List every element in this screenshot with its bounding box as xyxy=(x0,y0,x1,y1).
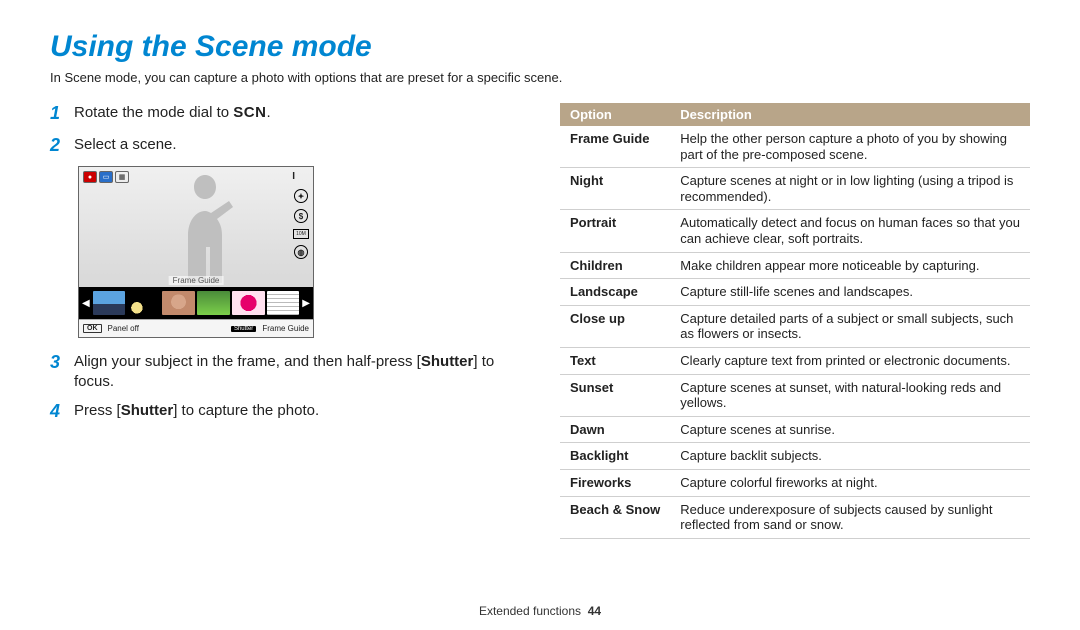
option-cell: Frame Guide xyxy=(560,126,670,168)
page-title: Using the Scene mode xyxy=(50,30,1030,64)
th-description: Description xyxy=(670,103,1030,126)
table-row: Beach & SnowReduce underexposure of subj… xyxy=(560,496,1030,538)
option-cell: Close up xyxy=(560,305,670,347)
table-row: PortraitAutomatically detect and focus o… xyxy=(560,210,1030,252)
description-cell: Capture detailed parts of a subject or s… xyxy=(670,305,1030,347)
lcd-top-left-icons: ● ▭ ▦ xyxy=(83,171,129,183)
table-row: FireworksCapture colorful fireworks at n… xyxy=(560,469,1030,496)
rec-icon: ● xyxy=(83,171,97,183)
thumb-portrait[interactable] xyxy=(162,291,195,315)
description-cell: Help the other person capture a photo of… xyxy=(670,126,1030,168)
table-row: TextClearly capture text from printed or… xyxy=(560,347,1030,374)
option-cell: Text xyxy=(560,347,670,374)
table-row: BacklightCapture backlit subjects. xyxy=(560,443,1030,470)
right-column: Option Description Frame GuideHelp the o… xyxy=(560,103,1030,539)
table-row: Frame GuideHelp the other person capture… xyxy=(560,126,1030,168)
table-row: SunsetCapture scenes at sunset, with nat… xyxy=(560,374,1030,416)
strip-left-arrow-icon[interactable]: ◀ xyxy=(81,298,91,309)
step-number: 1 xyxy=(50,103,74,125)
footer-label: Extended functions xyxy=(479,604,581,618)
option-cell: Fireworks xyxy=(560,469,670,496)
frame-icon: ▦ xyxy=(115,171,129,183)
table-row: DawnCapture scenes at sunrise. xyxy=(560,416,1030,443)
step-3: 3 Align your subject in the frame, and t… xyxy=(50,352,520,391)
thumb-closeup[interactable] xyxy=(232,291,265,315)
description-cell: Capture colorful fireworks at night. xyxy=(670,469,1030,496)
table-row: ChildrenMake children appear more notice… xyxy=(560,252,1030,279)
step-4-text-post: ] to capture the photo. xyxy=(173,402,319,419)
description-cell: Capture scenes at sunrise. xyxy=(670,416,1030,443)
table-row: Close upCapture detailed parts of a subj… xyxy=(560,305,1030,347)
lcd-label-frame-guide: Frame Guide xyxy=(169,276,224,285)
shutter-button-icon: Shutter xyxy=(231,326,256,332)
step-4: 4 Press [Shutter] to capture the photo. xyxy=(50,401,520,423)
scene-icon: ▭ xyxy=(99,171,113,183)
size-icon: 10M xyxy=(293,229,309,239)
option-cell: Backlight xyxy=(560,443,670,470)
description-cell: Automatically detect and focus on human … xyxy=(670,210,1030,252)
dollar-icon: $ xyxy=(294,209,308,223)
page-footer: Extended functions 44 xyxy=(0,604,1080,618)
description-cell: Reduce underexposure of subjects caused … xyxy=(670,496,1030,538)
step-number: 2 xyxy=(50,135,74,157)
description-cell: Clearly capture text from printed or ele… xyxy=(670,347,1030,374)
thumb-text[interactable] xyxy=(267,291,300,315)
footer-page: 44 xyxy=(588,604,601,618)
th-option: Option xyxy=(560,103,670,126)
description-cell: Make children appear more noticeable by … xyxy=(670,252,1030,279)
left-column: 1 Rotate the mode dial to SCN. 2 Select … xyxy=(50,103,520,539)
subject-silhouette-icon xyxy=(170,175,240,283)
step-number: 3 xyxy=(50,352,74,391)
thumb-landscape[interactable] xyxy=(93,291,126,315)
step-1-text-post: . xyxy=(266,104,270,121)
option-cell: Beach & Snow xyxy=(560,496,670,538)
option-cell: Dawn xyxy=(560,416,670,443)
step-1: 1 Rotate the mode dial to SCN. xyxy=(50,103,520,125)
scn-icon: SCN xyxy=(233,104,266,121)
step-3-text-pre: Align your subject in the frame, and the… xyxy=(74,353,421,370)
table-row: LandscapeCapture still-life scenes and l… xyxy=(560,279,1030,306)
description-cell: Capture scenes at sunset, with natural-l… xyxy=(670,374,1030,416)
description-cell: Capture still-life scenes and landscapes… xyxy=(670,279,1030,306)
step-1-text-pre: Rotate the mode dial to xyxy=(74,104,233,121)
quality-icon: ◍ xyxy=(294,245,308,259)
scene-thumbnail-strip: ◀ ▶ xyxy=(79,287,313,319)
frame-guide-bottom-label: Frame Guide xyxy=(262,324,309,333)
option-cell: Landscape xyxy=(560,279,670,306)
option-cell: Sunset xyxy=(560,374,670,416)
option-cell: Night xyxy=(560,168,670,210)
lcd-top-right-indicator: I xyxy=(292,171,295,182)
step-number: 4 xyxy=(50,401,74,423)
step-2: 2 Select a scene. xyxy=(50,135,520,157)
description-cell: Capture scenes at night or in low lighti… xyxy=(670,168,1030,210)
option-cell: Portrait xyxy=(560,210,670,252)
intro-text: In Scene mode, you can capture a photo w… xyxy=(50,70,1030,85)
strip-right-arrow-icon[interactable]: ▶ xyxy=(301,298,311,309)
step-4-text-pre: Press [ xyxy=(74,402,121,419)
panel-off-label: Panel off xyxy=(108,324,139,333)
option-cell: Children xyxy=(560,252,670,279)
ok-button-icon: OK xyxy=(83,324,102,333)
camera-lcd-preview: ● ▭ ▦ I ✦ $ 10M ◍ xyxy=(78,166,314,338)
shutter-bold: Shutter xyxy=(121,402,174,419)
thumb-night[interactable] xyxy=(127,291,160,315)
description-cell: Capture backlit subjects. xyxy=(670,443,1030,470)
step-2-text: Select a scene. xyxy=(74,135,177,157)
flash-icon: ✦ xyxy=(294,189,308,203)
shutter-bold: Shutter xyxy=(421,353,474,370)
scene-options-table: Option Description Frame GuideHelp the o… xyxy=(560,103,1030,539)
table-row: NightCapture scenes at night or in low l… xyxy=(560,168,1030,210)
thumb-children[interactable] xyxy=(197,291,230,315)
